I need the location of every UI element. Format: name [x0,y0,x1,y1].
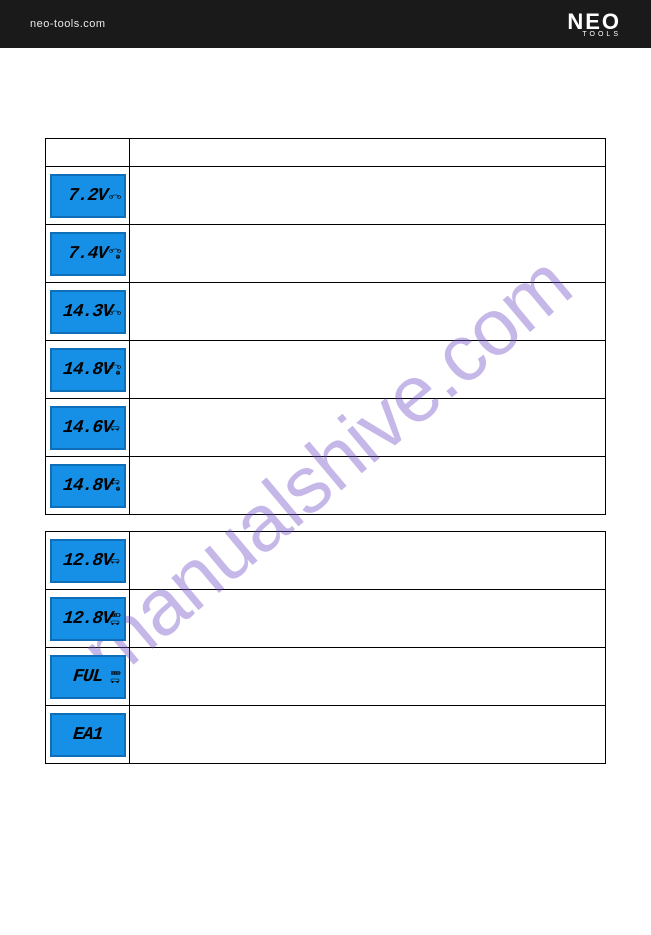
lcd-cell: EA1 [46,706,130,764]
logo-main: NEO [567,11,621,33]
header-cell-desc [130,139,606,167]
lcd-value: 14.6V [62,418,113,438]
table-row: 14.6V [46,399,606,457]
table-row: 14.3V [46,283,606,341]
table-row: 12.8V [46,532,606,590]
lcd-value: 14.8V [62,476,113,496]
lcd-cell: 7.4V ✽ [46,225,130,283]
desc-cell [130,399,606,457]
lcd-value: 12.8V [62,551,113,571]
lcd-cell: 14.8V ✽ [46,457,130,515]
lcd-value: FUL [72,667,103,687]
page-header: neo-tools.com NEO TOOLS [0,0,651,48]
desc-cell [130,283,606,341]
lcd-screen: 7.2V [50,174,126,218]
lcd-screen: 14.8V ✽ [50,348,126,392]
table-row: 12.8V [46,590,606,648]
lcd-screen: 14.6V [50,406,126,450]
lcd-table-2: 12.8V 12.8V [45,531,606,764]
table-row: 14.8V ✽ [46,341,606,399]
desc-cell [130,648,606,706]
desc-cell [130,457,606,515]
desc-cell [130,167,606,225]
lcd-value: 7.2V [67,186,108,206]
lcd-value: 14.3V [62,302,113,322]
lcd-cell: 14.3V [46,283,130,341]
table-row: 7.2V [46,167,606,225]
motorcycle-icon [109,193,121,199]
lcd-value: 12.8V [62,609,113,629]
lcd-value: EA1 [72,725,103,745]
motorcycle-snow-icon: ✽ [109,363,121,377]
lcd-cell: 12.8V [46,532,130,590]
lcd-screen: 12.8V [50,597,126,641]
lcd-screen: 12.8V [50,539,126,583]
table-row: EA1 [46,706,606,764]
lcd-cell: FUL [46,648,130,706]
car-battery-icon [109,670,121,683]
motorcycle-icon [109,309,121,315]
lcd-cell: 14.6V [46,399,130,457]
header-cell-lcd [46,139,130,167]
table-row: FUL [46,648,606,706]
desc-cell [130,532,606,590]
lcd-screen: 14.3V [50,290,126,334]
desc-cell [130,341,606,399]
motorcycle-snow-icon: ✽ [109,247,121,261]
lcd-table-1: 7.2V 7.4V ✽ [45,138,606,515]
header-url: neo-tools.com [30,18,106,30]
car-battery-icon [109,612,121,625]
table-row: 14.8V ✽ [46,457,606,515]
lcd-screen: EA1 [50,713,126,757]
table-header-row [46,139,606,167]
desc-cell [130,225,606,283]
desc-cell [130,590,606,648]
car-icon [109,558,121,564]
lcd-screen: FUL [50,655,126,699]
lcd-cell: 12.8V [46,590,130,648]
logo: NEO TOOLS [567,11,621,38]
table-row: 7.4V ✽ [46,225,606,283]
desc-cell [130,706,606,764]
lcd-value: 7.4V [67,244,108,264]
lcd-value: 14.8V [62,360,113,380]
page-content: 7.2V 7.4V ✽ [0,48,651,764]
lcd-cell: 7.2V [46,167,130,225]
car-icon [109,425,121,431]
lcd-screen: 7.4V ✽ [50,232,126,276]
lcd-screen: 14.8V ✽ [50,464,126,508]
lcd-cell: 14.8V ✽ [46,341,130,399]
car-snow-icon: ✽ [109,479,121,493]
